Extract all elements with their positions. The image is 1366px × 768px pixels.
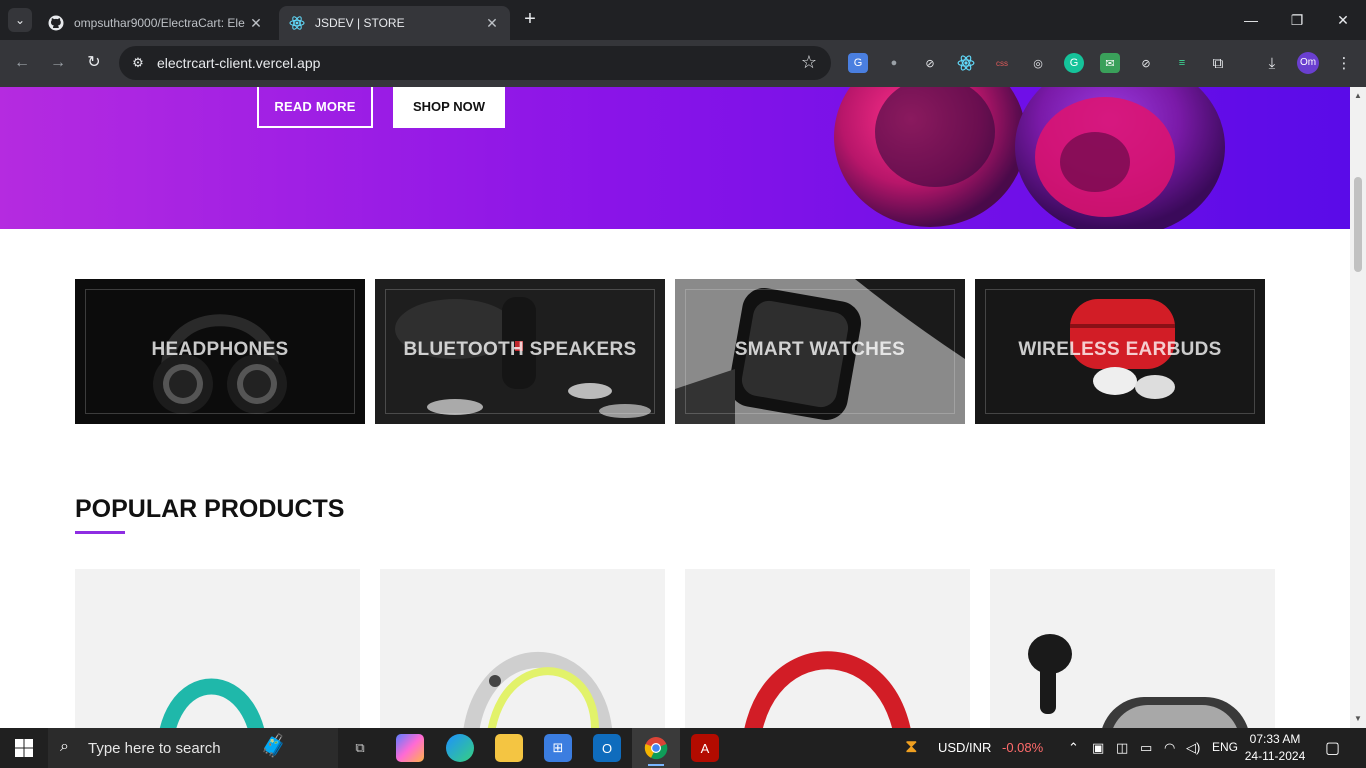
grammarly-icon[interactable]: G [1064, 53, 1084, 73]
product-card[interactable] [380, 569, 665, 728]
target-extension-icon[interactable]: ◎ [1028, 53, 1048, 73]
hero-banner: READ MORE SHOP NOW [0, 87, 1350, 229]
white-headphones-image [463, 652, 612, 728]
tab-github[interactable]: ompsuthar9000/ElectraCart: Ele ✕ [38, 6, 274, 40]
category-bluetooth-speakers[interactable]: BLUETOOTH SPEAKERS [375, 279, 665, 424]
acrobat-icon[interactable]: A [691, 734, 719, 762]
new-tab-button[interactable]: + [520, 9, 540, 30]
translate-extension-icon[interactable]: G [848, 53, 868, 73]
reload-icon[interactable]: ↻ [82, 51, 106, 75]
close-tab-icon[interactable]: ✕ [248, 15, 264, 32]
css-extension-icon[interactable]: css [992, 53, 1012, 73]
more-menu-icon[interactable]: ⋮ [1334, 53, 1354, 73]
product-card[interactable] [75, 569, 360, 728]
task-view-icon[interactable]: ⧉ [346, 734, 374, 762]
chrome-taskbar-button[interactable] [632, 728, 680, 768]
profile-avatar[interactable]: Om [1297, 52, 1319, 74]
react-devtools-icon[interactable] [956, 53, 976, 73]
category-headphones[interactable]: HEADPHONES [75, 279, 365, 424]
windows-start-button[interactable] [0, 728, 48, 768]
taskbar-search-box[interactable]: ⌕ Type here to search 🧳 [48, 728, 338, 768]
red-headphones-image [744, 651, 911, 728]
clock-date: 24-11-2024 [1244, 749, 1306, 763]
file-explorer-icon[interactable] [495, 734, 523, 762]
show-hidden-icons-chevron-icon[interactable]: ⌃ [1068, 740, 1079, 756]
close-window-icon[interactable]: ✕ [1320, 8, 1366, 32]
back-arrow-icon[interactable]: ← [10, 51, 34, 75]
microsoft-store-icon[interactable]: ⊞ [544, 734, 572, 762]
system-clock[interactable]: 07:33 AM 24-11-2024 [1240, 731, 1310, 765]
search-icon: ⌕ [60, 738, 69, 755]
windows-logo-icon [15, 739, 33, 757]
category-label: SMART WATCHES [734, 339, 906, 360]
compass-extension-icon[interactable]: ⊘ [1136, 53, 1156, 73]
scroll-down-icon[interactable]: ▼ [1353, 714, 1363, 724]
forward-arrow-icon[interactable]: → [46, 51, 70, 75]
minimize-icon[interactable]: — [1228, 8, 1274, 32]
category-grid: HEADPHONES BLUETOOTH SPEAKERS SMART WATC… [75, 279, 1265, 424]
ticker-icon: ⧗ [905, 736, 918, 756]
page-scrollbar[interactable]: ▲ ▼ [1350, 87, 1366, 728]
category-label: BLUETOOTH SPEAKERS [403, 339, 637, 360]
notifications-icon[interactable]: ▢ [1325, 738, 1340, 758]
mail-extension-icon[interactable]: ✉ [1100, 53, 1120, 73]
search-placeholder: Type here to search [88, 740, 221, 757]
restore-icon[interactable]: ❐ [1274, 8, 1320, 32]
teal-headphones-image [160, 678, 264, 728]
winter-travel-icon: 🧳 [260, 733, 288, 758]
edge-icon[interactable] [446, 734, 474, 762]
tab-search-menu-button[interactable]: ⌄ [8, 8, 32, 32]
page-viewport: READ MORE SHOP NOW HEADPHONES BLUETOOTH … [0, 87, 1350, 728]
popular-products-title: POPULAR PRODUCTS [75, 495, 345, 523]
ticker-change: -0.08% [1002, 740, 1044, 755]
react-icon [289, 16, 305, 30]
category-label: HEADPHONES [151, 339, 289, 360]
black-earbuds-image [1028, 634, 1248, 728]
shop-now-button[interactable]: SHOP NOW [393, 87, 505, 128]
battery-icon[interactable]: ▭ [1140, 740, 1152, 756]
github-icon [48, 15, 64, 31]
outlook-icon[interactable]: O [593, 734, 621, 762]
address-bar[interactable]: ⚙ electrcart-client.vercel.app ☆ [119, 46, 831, 80]
stack-extension-icon[interactable]: ≡ [1172, 53, 1192, 73]
extensions-puzzle-icon[interactable]: ⧉ [1208, 53, 1228, 73]
meet-icon[interactable]: ◫ [1116, 740, 1128, 756]
category-wireless-earbuds[interactable]: WIRELESS EARBUDS [975, 279, 1265, 424]
wifi-icon[interactable]: ◠ [1164, 740, 1175, 756]
browser-tab-strip: ⌄ ompsuthar9000/ElectraCart: Ele ✕ JSDEV… [0, 0, 1366, 40]
tab-jsdev-store[interactable]: JSDEV | STORE ✕ [279, 6, 510, 40]
tab-title: JSDEV | STORE [315, 16, 405, 30]
product-card[interactable] [990, 569, 1275, 728]
hero-earbuds-image [834, 87, 1225, 229]
title-underline [75, 531, 125, 534]
ticker-label[interactable]: USD/INR [938, 740, 991, 755]
clock-time: 07:33 AM [1249, 732, 1301, 746]
category-smart-watches[interactable]: SMART WATCHES [675, 279, 965, 424]
scroll-thumb[interactable] [1354, 177, 1362, 272]
bookmark-star-icon[interactable]: ☆ [801, 52, 817, 73]
volume-icon[interactable]: ◁) [1186, 740, 1200, 756]
url-text[interactable]: electrcart-client.vercel.app [157, 55, 320, 71]
chrome-icon [644, 737, 668, 760]
copilot-icon[interactable] [396, 734, 424, 762]
browser-toolbar: ← → ↻ ⚙ electrcart-client.vercel.app ☆ G… [0, 40, 1366, 87]
tab-title: ompsuthar9000/ElectraCart: Ele [74, 16, 245, 30]
site-settings-icon[interactable]: ⚙ [129, 54, 147, 72]
mouse-extension-icon[interactable]: ● [884, 53, 904, 73]
react-icon [957, 55, 975, 71]
category-label: WIRELESS EARBUDS [1018, 339, 1222, 360]
windows-taskbar: ⌕ Type here to search 🧳 ⧉ ⊞ O A ⧗ USD/IN… [0, 728, 1366, 768]
close-tab-icon[interactable]: ✕ [484, 15, 500, 32]
download-icon[interactable]: ⤓ [1262, 53, 1282, 73]
read-more-button[interactable]: READ MORE [257, 87, 373, 128]
language-indicator[interactable]: ENG [1212, 740, 1238, 754]
scroll-up-icon[interactable]: ▲ [1353, 91, 1363, 101]
product-card[interactable] [685, 569, 970, 728]
camera-icon[interactable]: ▣ [1092, 740, 1104, 756]
link-extension-icon[interactable]: ⊘ [920, 53, 940, 73]
